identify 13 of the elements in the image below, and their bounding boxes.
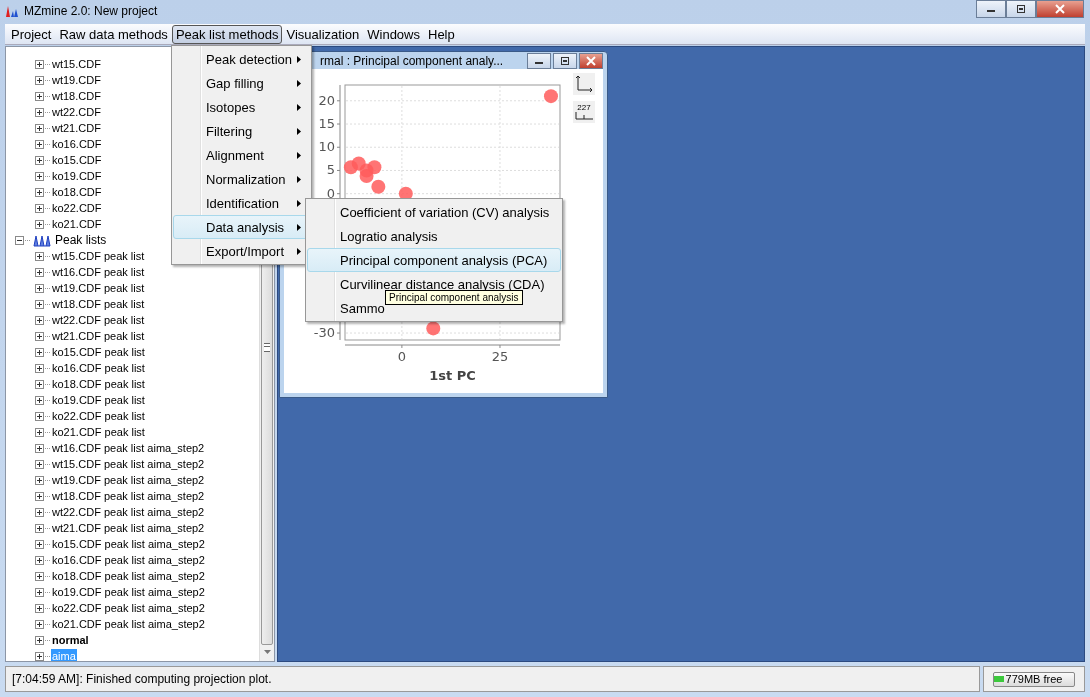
tick-label: -30: [313, 325, 335, 341]
tick-label: 0: [326, 185, 335, 201]
tooltip: Principal component analysis: [385, 290, 523, 305]
window-title: MZmine 2.0: New project: [24, 4, 158, 18]
tick-label: 0: [397, 349, 407, 364]
tick-label: 5: [326, 162, 335, 178]
tick-label: 20: [318, 92, 335, 108]
window-title: rmal : Principal component analy...: [320, 53, 504, 68]
status-message: [7:04:59 AM]: Finished computing projection plot.: [5, 666, 980, 692]
axis-label: 1st PC: [429, 368, 476, 383]
tick-label: 25: [491, 349, 509, 364]
tick-label: 10: [318, 139, 335, 155]
tick-label: 15: [318, 116, 335, 131]
